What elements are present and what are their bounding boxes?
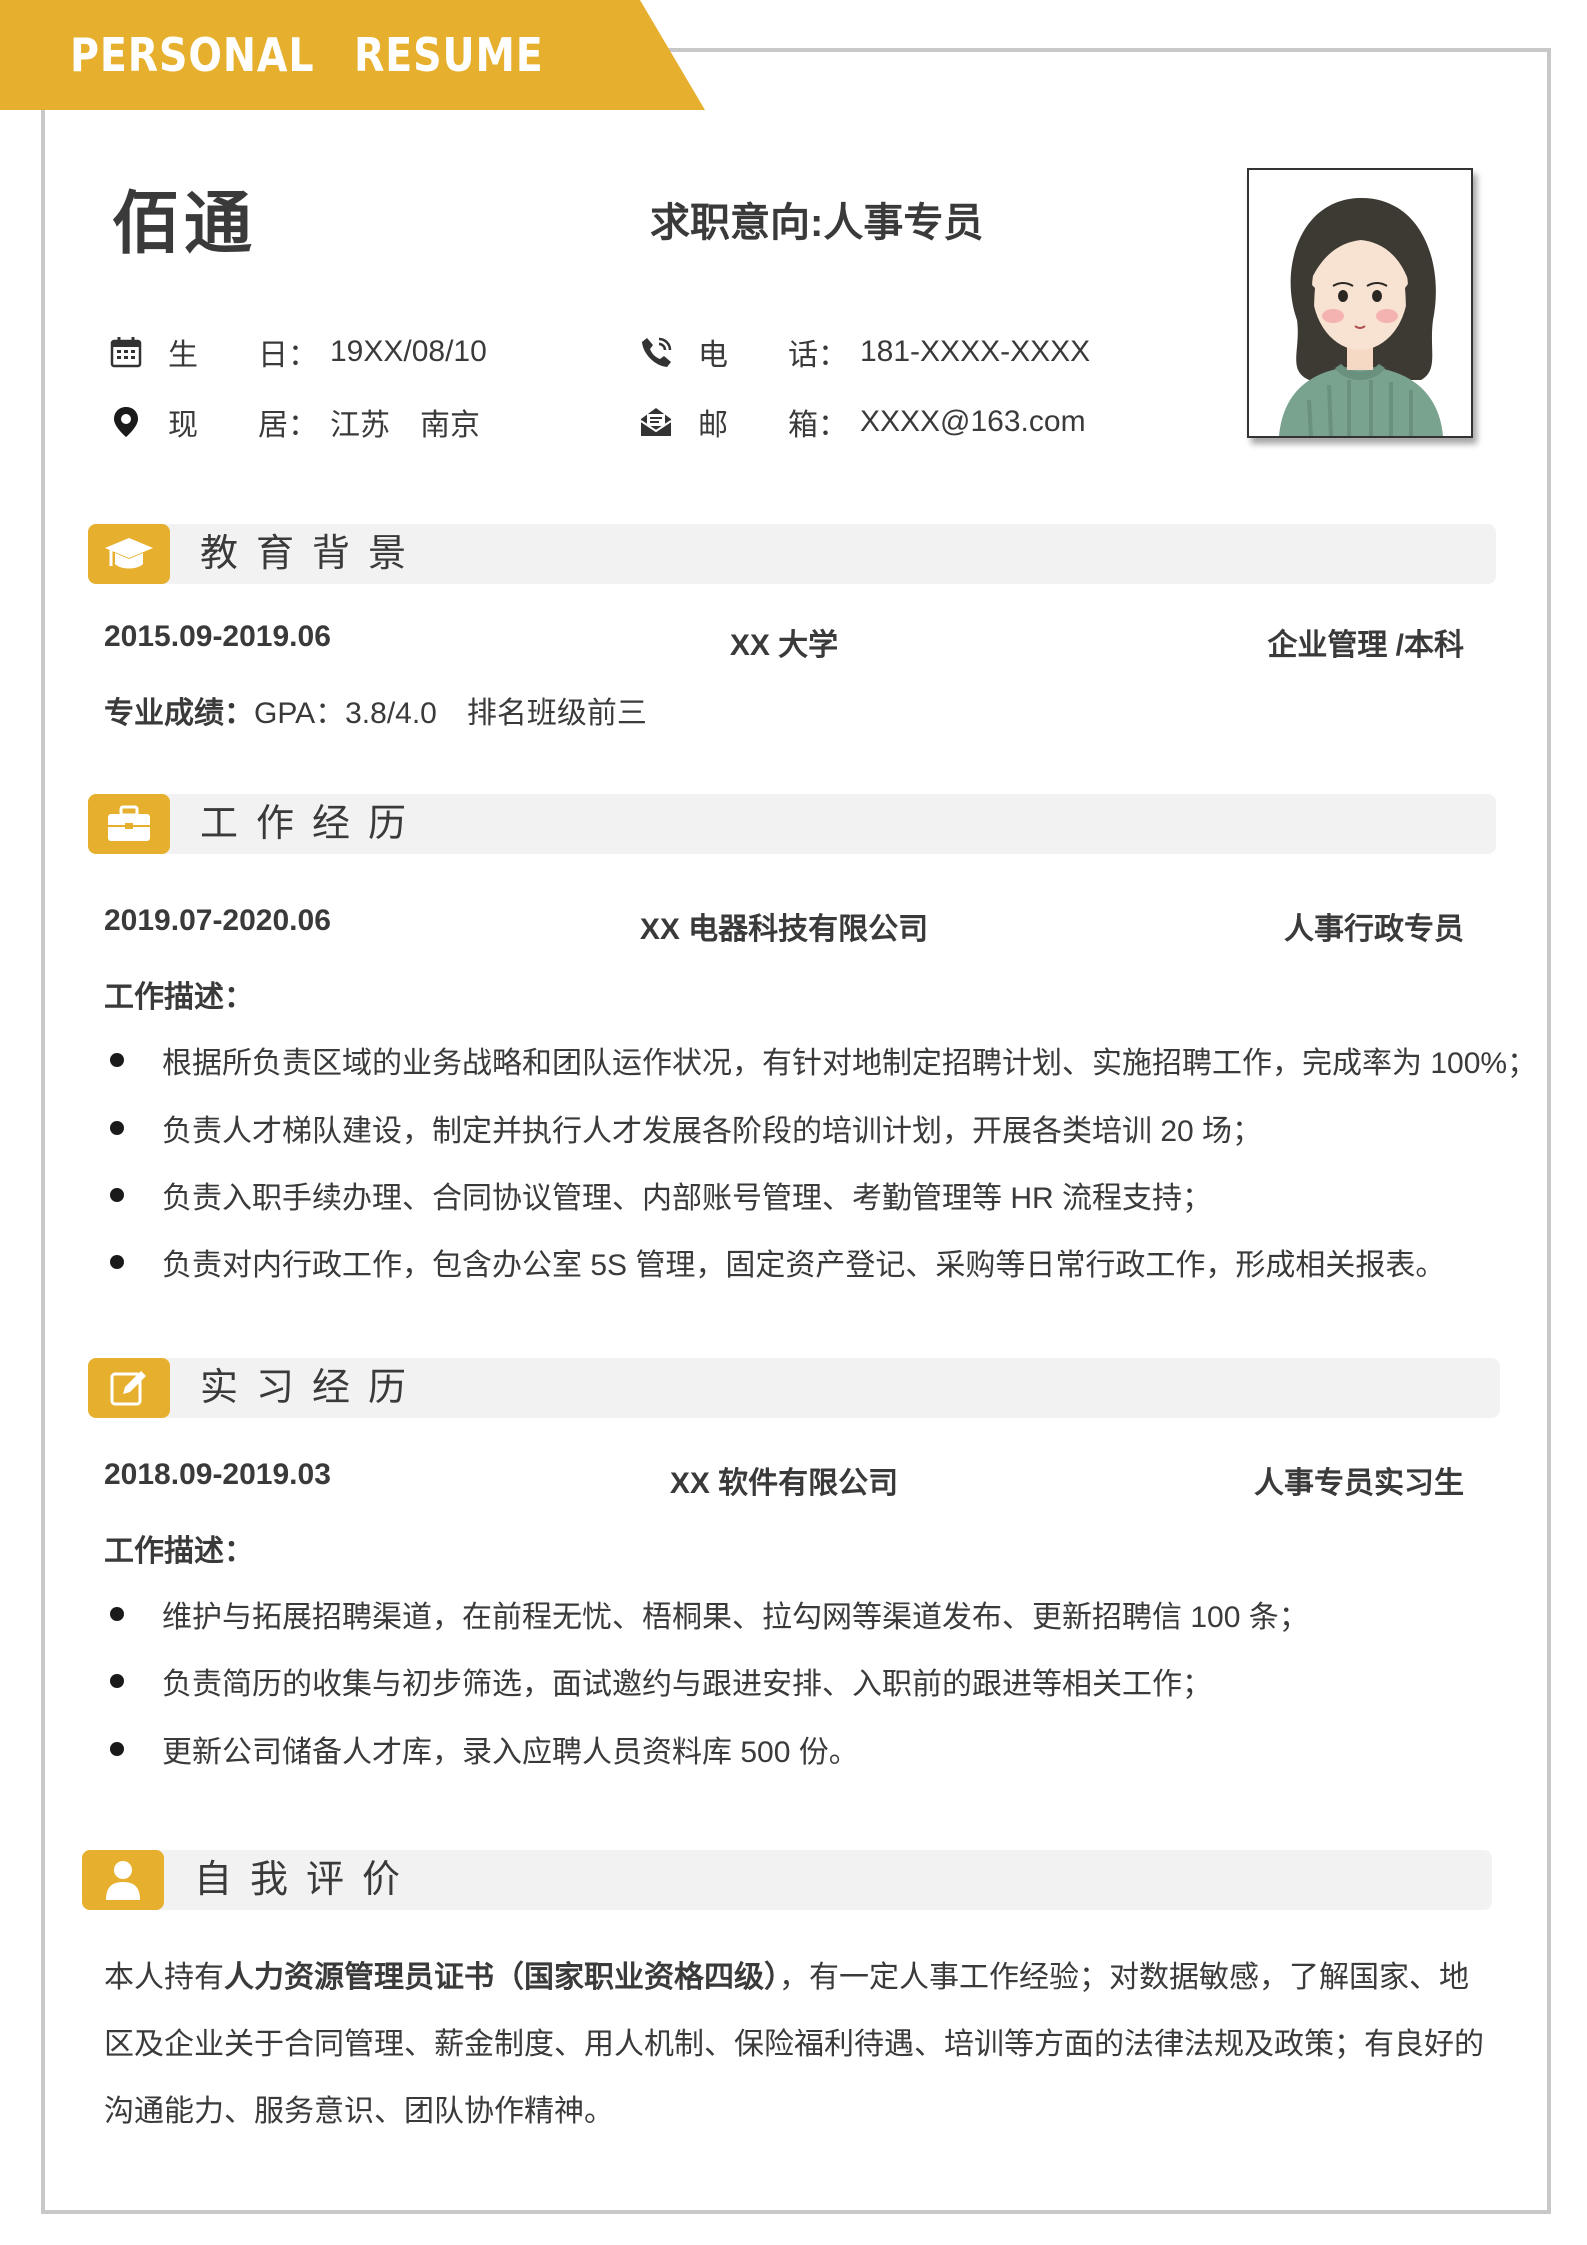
certificate-highlight: 人力资源管理员证书（国家职业资格四级） bbox=[224, 1961, 779, 1994]
score-value: GPA：3.8/4.0 排名班级前三 bbox=[254, 697, 647, 730]
work-bullet: 负责入职手续办理、合同协议管理、内部账号管理、考勤管理等 HR 流程支持； bbox=[104, 1173, 1212, 1217]
phone-icon bbox=[638, 334, 674, 370]
work-bullet: 根据所负责区域的业务战略和团队运作状况，有针对地制定招聘计划、实施招聘工作，完成… bbox=[104, 1038, 1537, 1082]
banner-word-personal: PERSONAL bbox=[70, 28, 315, 82]
internship-position: 人事专员实习生 bbox=[1254, 1467, 1464, 1500]
work-bullet-text: 负责对内行政工作，包含办公室 5S 管理，固定资产登记、采购等日常行政工作，形成… bbox=[162, 1249, 1446, 1282]
phone-label: 电话： bbox=[698, 339, 848, 372]
banner-title: PERSONAL RESUME bbox=[70, 22, 544, 88]
education-row: 2015.09-2019.06 XX 大学 企业管理 /本科 bbox=[104, 620, 1464, 664]
self-title: 自我评价 bbox=[194, 1859, 419, 1901]
work-bullet: 负责人才梯队建设，制定并执行人才发展各阶段的培训计划，开展各类培训 20 场； bbox=[104, 1106, 1262, 1150]
mail-icon bbox=[638, 404, 674, 440]
education-school: XX 大学 bbox=[729, 629, 839, 662]
education-score: 专业成绩：GPA：3.8/4.0 排名班级前三 bbox=[104, 688, 647, 732]
graduation-cap-icon bbox=[88, 524, 170, 584]
location-pin-icon bbox=[108, 404, 144, 440]
banner-word-resume: RESUME bbox=[353, 28, 544, 82]
score-label: 专业成绩： bbox=[104, 697, 254, 730]
work-desc-label: 工作描述： bbox=[104, 981, 254, 1014]
internship-desc-label: 工作描述： bbox=[104, 1535, 254, 1568]
bullet-dot bbox=[110, 1674, 124, 1688]
internship-bullet-text: 更新公司储备人才库，录入应聘人员资料库 500 份。 bbox=[162, 1736, 859, 1769]
internship-bullet: 更新公司储备人才库，录入应聘人员资料库 500 份。 bbox=[104, 1727, 859, 1771]
internship-bullet: 维护与拓展招聘渠道，在前程无忧、梧桐果、拉勾网等渠道发布、更新招聘信 100 条… bbox=[104, 1592, 1309, 1636]
work-title: 工作经历 bbox=[200, 803, 425, 845]
avatar-illustration bbox=[1249, 170, 1471, 436]
phone-value: 181-XXXX-XXXX bbox=[860, 335, 1091, 368]
birthday-value: 19XX/08/10 bbox=[330, 335, 487, 368]
work-company: XX 电器科技有限公司 bbox=[639, 913, 929, 946]
education-period: 2015.09-2019.06 bbox=[104, 620, 331, 653]
work-bullet-text: 负责入职手续办理、合同协议管理、内部账号管理、考勤管理等 HR 流程支持； bbox=[162, 1182, 1212, 1215]
info-phone: 电话： 181-XXXX-XXXX bbox=[638, 330, 1090, 374]
bullet-dot bbox=[110, 1188, 124, 1202]
calendar-icon bbox=[108, 334, 144, 370]
email-label: 邮箱： bbox=[698, 409, 848, 442]
briefcase-icon bbox=[88, 794, 170, 854]
bullet-dot bbox=[110, 1742, 124, 1756]
residence-value: 江苏 南京 bbox=[330, 409, 480, 442]
email-value: XXXX@163.com bbox=[860, 405, 1086, 438]
education-major: 企业管理 /本科 bbox=[1267, 629, 1464, 662]
internship-row: 2018.09-2019.03 XX 软件有限公司 人事专员实习生 bbox=[104, 1458, 1464, 1502]
bullet-dot bbox=[110, 1121, 124, 1135]
internship-bullet-text: 负责简历的收集与初步筛选，面试邀约与跟进安排、入职前的跟进等相关工作； bbox=[162, 1668, 1212, 1701]
residence-label: 现居： bbox=[168, 409, 318, 442]
work-row: 2019.07-2020.06 XX 电器科技有限公司 人事行政专员 bbox=[104, 904, 1464, 948]
info-email: 邮箱： XXXX@163.com bbox=[638, 400, 1086, 444]
edit-icon bbox=[88, 1358, 170, 1418]
work-position: 人事行政专员 bbox=[1284, 913, 1464, 946]
internship-period: 2018.09-2019.03 bbox=[104, 1458, 331, 1491]
birthday-label: 生日： bbox=[168, 339, 318, 372]
info-birthday: 生日： 19XX/08/10 bbox=[108, 330, 487, 374]
internship-bullet-text: 维护与拓展招聘渠道，在前程无忧、梧桐果、拉勾网等渠道发布、更新招聘信 100 条… bbox=[162, 1601, 1309, 1634]
work-header: 工作经历 bbox=[88, 794, 1496, 854]
self-header: 自我评价 bbox=[82, 1850, 1492, 1910]
avatar-photo bbox=[1247, 168, 1473, 438]
internship-company: XX 软件有限公司 bbox=[669, 1467, 899, 1500]
internship-header: 实习经历 bbox=[88, 1358, 1500, 1418]
candidate-name: 佰通 bbox=[112, 186, 257, 262]
bullet-dot bbox=[110, 1255, 124, 1269]
user-icon bbox=[82, 1850, 164, 1910]
work-bullet: 负责对内行政工作，包含办公室 5S 管理，固定资产登记、采购等日常行政工作，形成… bbox=[104, 1240, 1445, 1284]
internship-bullet: 负责简历的收集与初步筛选，面试邀约与跟进安排、入职前的跟进等相关工作； bbox=[104, 1659, 1212, 1703]
bullet-dot bbox=[110, 1053, 124, 1067]
work-period: 2019.07-2020.06 bbox=[104, 904, 331, 937]
internship-title: 实习经历 bbox=[200, 1367, 425, 1409]
education-title: 教育背景 bbox=[200, 533, 425, 575]
info-residence: 现居： 江苏 南京 bbox=[108, 400, 480, 444]
work-bullet-text: 根据所负责区域的业务战略和团队运作状况，有针对地制定招聘计划、实施招聘工作，完成… bbox=[162, 1047, 1538, 1080]
self-evaluation-text: 本人持有人力资源管理员证书（国家职业资格四级），有一定人事工作经验；对数据敏感，… bbox=[104, 1961, 1484, 2128]
job-objective: 求职意向:人事专员 bbox=[650, 201, 984, 245]
bullet-dot bbox=[110, 1607, 124, 1621]
education-header: 教育背景 bbox=[88, 524, 1496, 584]
work-bullet-text: 负责人才梯队建设，制定并执行人才发展各阶段的培训计划，开展各类培训 20 场； bbox=[162, 1115, 1263, 1148]
